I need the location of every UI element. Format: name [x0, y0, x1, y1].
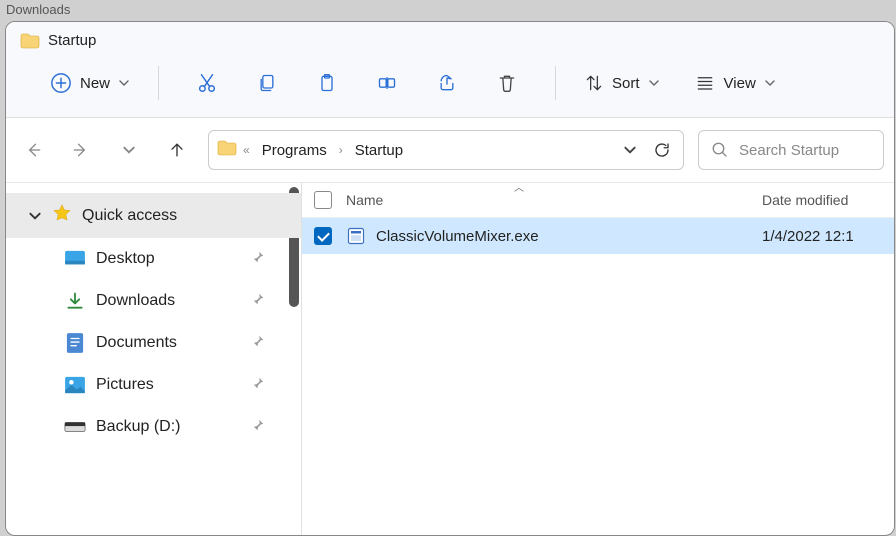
- pin-icon: [251, 250, 265, 269]
- folder-icon: [217, 140, 237, 161]
- column-header-name[interactable]: Name: [346, 192, 762, 208]
- address-dropdown[interactable]: [617, 137, 643, 163]
- file-list-area: ︿ Name Date modified ClassicVolumeMixer.…: [302, 183, 894, 535]
- chevron-right-icon[interactable]: ›: [339, 143, 343, 157]
- pin-icon: [251, 418, 265, 437]
- file-row[interactable]: ClassicVolumeMixer.exe 1/4/2022 12:1: [302, 218, 894, 254]
- share-button[interactable]: [427, 65, 467, 101]
- sidebar: Quick access Desktop Downloads: [6, 183, 302, 535]
- chevron-down-icon: [623, 143, 637, 157]
- sidebar-item-documents[interactable]: Documents: [6, 322, 301, 364]
- chevron-down-icon: [28, 209, 42, 223]
- scissors-icon: [196, 72, 218, 94]
- separator: [158, 66, 159, 100]
- exe-icon: [346, 226, 366, 246]
- nav-row: « Programs › Startup: [6, 118, 894, 183]
- view-button[interactable]: View: [684, 68, 786, 98]
- star-icon: [52, 203, 72, 228]
- sidebar-item-pictures[interactable]: Pictures: [6, 364, 301, 406]
- share-icon: [436, 73, 458, 93]
- breadcrumb-programs[interactable]: Programs: [256, 138, 333, 163]
- separator: [555, 66, 556, 100]
- sidebar-quick-access[interactable]: Quick access: [6, 193, 301, 238]
- breadcrumb-overflow[interactable]: «: [243, 143, 250, 157]
- pin-icon: [251, 376, 265, 395]
- arrow-left-icon: [23, 140, 43, 160]
- copy-button[interactable]: [247, 65, 287, 101]
- refresh-button[interactable]: [649, 137, 675, 163]
- file-name: ClassicVolumeMixer.exe: [376, 228, 762, 245]
- pictures-icon: [64, 374, 86, 396]
- select-all-checkbox[interactable]: [314, 191, 332, 209]
- arrow-right-icon: [71, 140, 91, 160]
- drive-icon: [64, 416, 86, 438]
- copy-icon: [257, 72, 277, 94]
- rename-icon: [376, 73, 398, 93]
- column-header-row: ︿ Name Date modified: [302, 183, 894, 218]
- explorer-window: Startup New: [5, 21, 895, 536]
- column-label: Name: [346, 192, 383, 208]
- pin-icon: [251, 292, 265, 311]
- sidebar-item-label: Pictures: [96, 376, 154, 394]
- sort-label: Sort: [612, 75, 640, 92]
- breadcrumb-startup[interactable]: Startup: [349, 138, 409, 163]
- clipboard-icon: [317, 72, 337, 94]
- sidebar-item-label: Downloads: [96, 292, 175, 310]
- new-label: New: [80, 75, 110, 92]
- arrow-up-icon: [167, 140, 187, 160]
- window-title: Startup: [48, 32, 96, 49]
- folder-icon: [20, 33, 40, 49]
- up-button[interactable]: [160, 133, 194, 167]
- row-checkbox[interactable]: [314, 227, 332, 245]
- cut-button[interactable]: [187, 65, 227, 101]
- sort-button[interactable]: Sort: [574, 67, 670, 99]
- column-header-date[interactable]: Date modified: [762, 192, 882, 208]
- plus-circle-icon: [50, 72, 72, 94]
- rename-button[interactable]: [367, 65, 407, 101]
- sidebar-item-label: Quick access: [82, 207, 177, 225]
- chevron-down-icon: [648, 77, 660, 89]
- search-box[interactable]: [698, 130, 884, 170]
- address-bar[interactable]: « Programs › Startup: [208, 130, 684, 170]
- new-button[interactable]: New: [40, 66, 140, 100]
- parent-window-label: Downloads: [0, 0, 896, 19]
- back-button[interactable]: [16, 133, 50, 167]
- sidebar-item-label: Documents: [96, 334, 177, 352]
- delete-button[interactable]: [487, 65, 527, 101]
- desktop-icon: [64, 248, 86, 270]
- chevron-down-icon: [764, 77, 776, 89]
- sidebar-item-downloads[interactable]: Downloads: [6, 280, 301, 322]
- trash-icon: [497, 72, 517, 94]
- pin-icon: [251, 334, 265, 353]
- search-input[interactable]: [739, 142, 871, 159]
- sidebar-item-label: Desktop: [96, 250, 155, 268]
- main-area: Quick access Desktop Downloads: [6, 183, 894, 535]
- sort-indicator-icon: ︿: [514, 183, 524, 194]
- sort-icon: [584, 73, 604, 93]
- sidebar-item-backup[interactable]: Backup (D:): [6, 406, 301, 448]
- refresh-icon: [653, 141, 671, 159]
- view-label: View: [724, 75, 756, 92]
- list-icon: [694, 74, 716, 92]
- search-icon: [711, 141, 729, 159]
- paste-button[interactable]: [307, 65, 347, 101]
- downloads-icon: [64, 290, 86, 312]
- sidebar-item-desktop[interactable]: Desktop: [6, 238, 301, 280]
- sidebar-item-label: Backup (D:): [96, 418, 180, 436]
- file-date: 1/4/2022 12:1: [762, 228, 882, 245]
- chevron-down-icon: [122, 143, 136, 157]
- chevron-down-icon: [118, 77, 130, 89]
- recent-dropdown[interactable]: [112, 133, 146, 167]
- toolbar: New Sort View: [6, 53, 894, 118]
- forward-button[interactable]: [64, 133, 98, 167]
- title-bar: Startup: [6, 22, 894, 53]
- documents-icon: [64, 332, 86, 354]
